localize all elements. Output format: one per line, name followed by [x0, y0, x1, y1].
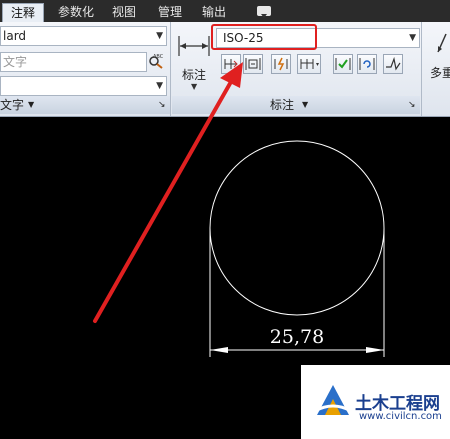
watermark: 土木工程网 www.civilcn.com — [301, 365, 450, 439]
logo-icon — [314, 385, 352, 415]
watermark-url: www.civilcn.com — [359, 411, 442, 422]
dimension-arrow-left — [210, 347, 228, 353]
circle-entity[interactable] — [209, 140, 385, 316]
annotation-arrow-shaft — [93, 78, 234, 323]
dimension-text[interactable]: 25,78 — [270, 326, 324, 348]
dimension-arrow-right — [366, 347, 384, 353]
